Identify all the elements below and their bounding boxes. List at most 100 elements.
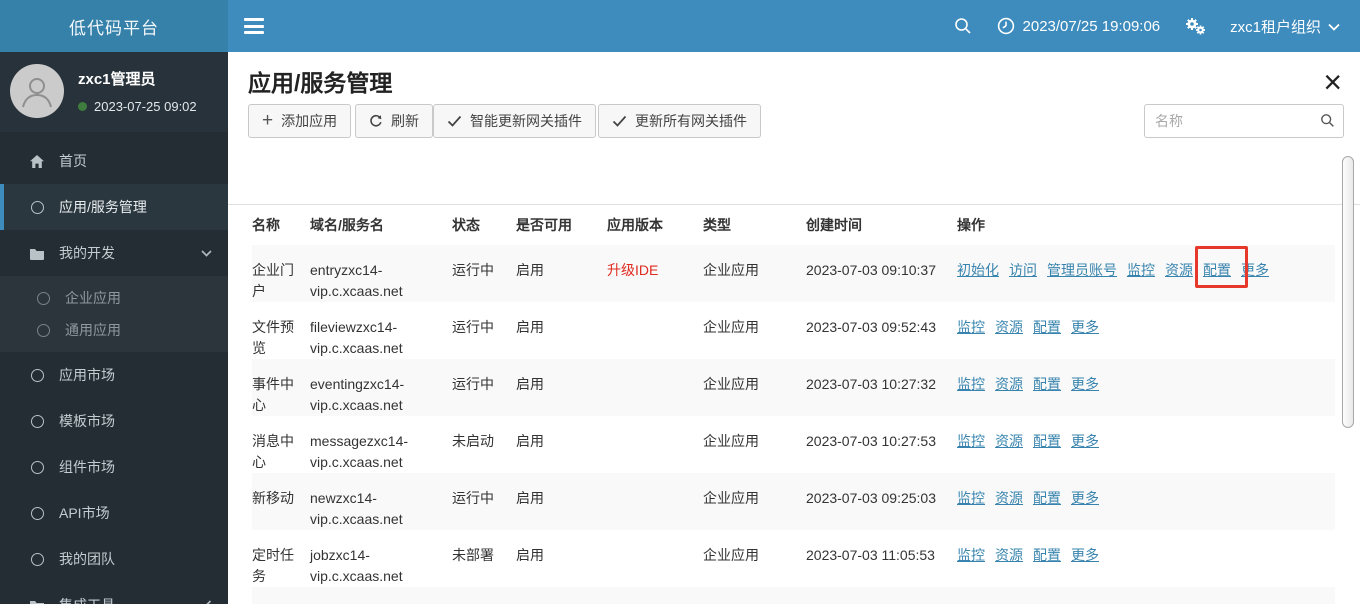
sidebar-item-app-service-mgmt[interactable]: 应用/服务管理 <box>0 184 228 230</box>
action-link-监控[interactable]: 监控 <box>957 490 985 506</box>
user-login-time: 2023-07-25 09:02 <box>78 99 197 114</box>
created-cell: 2023-07-03 09:10:37 <box>806 262 936 278</box>
circle-icon <box>28 552 46 566</box>
version-cell <box>607 359 703 416</box>
circle-icon <box>28 414 46 428</box>
action-link-监控[interactable]: 监控 <box>957 376 985 392</box>
action-link-访问[interactable]: 访问 <box>1009 262 1037 278</box>
chevron-down-icon <box>201 249 212 257</box>
action-link-监控[interactable]: 监控 <box>957 547 985 563</box>
close-button[interactable]: × <box>1317 66 1348 98</box>
action-link-更多[interactable]: 更多 <box>1071 433 1099 449</box>
sidebar-item-enterprise-app[interactable]: 企业应用 <box>0 282 228 314</box>
table-row: 事件中心 eventingzxc14-vip.c.xcaas.net 运行中 启用 企业… <box>252 359 1335 416</box>
action-link-配置[interactable]: 配置 <box>1033 376 1061 392</box>
action-link-资源[interactable]: 资源 <box>995 319 1023 335</box>
actions-cell: 监控资源配置更多 <box>957 359 1335 416</box>
action-link-资源[interactable]: 资源 <box>995 433 1023 449</box>
sidebar-item-api-market[interactable]: API市场 <box>0 490 228 536</box>
action-link-更多[interactable]: 更多 <box>1071 319 1099 335</box>
submenu: 企业应用 通用应用 <box>0 276 228 352</box>
name-search-input[interactable] <box>1144 104 1344 138</box>
settings-gears-icon[interactable] <box>1184 16 1206 36</box>
sidebar-item-my-dev[interactable]: 我的开发 <box>0 230 228 276</box>
menu-toggle-icon[interactable] <box>244 18 264 34</box>
action-link-更多[interactable]: 更多 <box>1071 547 1099 563</box>
action-link-监控[interactable]: 监控 <box>957 319 985 335</box>
status-cell: 未启动 <box>452 433 494 449</box>
name-cell: 新移动 <box>252 490 294 506</box>
search-icon[interactable] <box>953 16 973 36</box>
topbar: 低代码平台 2023/07/25 19:09:06 zxc1租户组织 <box>0 0 1360 52</box>
add-app-button[interactable]: + 添加应用 <box>248 104 352 138</box>
created-cell: 2023-07-03 10:27:53 <box>806 433 936 449</box>
version-cell <box>607 416 703 473</box>
actions-cell: 监控资源配置更多 <box>957 530 1335 587</box>
highlighted-action: 配置 <box>1195 246 1248 288</box>
available-cell: 启用 <box>516 490 544 506</box>
action-link-配置[interactable]: 配置 <box>1203 262 1231 278</box>
domain-cell: eventingzxc14-vip.c.xcaas.net <box>310 376 405 413</box>
action-link-资源[interactable]: 资源 <box>995 490 1023 506</box>
available-cell: 启用 <box>516 433 544 449</box>
table-row: 文件预览 fileviewzxc14-vip.c.xcaas.net 运行中 启用 企业… <box>252 302 1335 359</box>
type-cell: 企业应用 <box>703 490 759 506</box>
type-cell: 企业应用 <box>703 547 759 563</box>
plus-icon: + <box>262 110 274 131</box>
actions-cell: 监控资源配置更多 <box>957 416 1335 473</box>
action-link-资源[interactable]: 资源 <box>1165 262 1193 278</box>
action-link-初始化[interactable]: 初始化 <box>957 262 999 278</box>
available-cell: 启用 <box>516 587 607 604</box>
sidebar-item-template-market[interactable]: 模板市场 <box>0 398 228 444</box>
close-icon: × <box>1323 64 1342 100</box>
sidebar-item-app-market[interactable]: 应用市场 <box>0 352 228 398</box>
action-link-资源[interactable]: 资源 <box>995 376 1023 392</box>
name-cell: 文件预览 <box>252 319 294 356</box>
user-panel: zxc1管理员 2023-07-25 09:02 <box>0 52 228 132</box>
action-link-配置[interactable]: 配置 <box>1033 547 1061 563</box>
action-link-监控[interactable]: 监控 <box>957 433 985 449</box>
refresh-button[interactable]: 刷新 <box>355 104 433 138</box>
available-cell: 启用 <box>516 376 544 392</box>
sidebar-item-my-team[interactable]: 我的团队 <box>0 536 228 582</box>
name-cell: 定时管理 <box>252 587 310 604</box>
col-header-created: 创建时间 <box>806 217 862 233</box>
sidebar-item-label: 模板市场 <box>59 413 115 429</box>
action-link-配置[interactable]: 配置 <box>1033 433 1061 449</box>
col-header-name: 名称 <box>252 217 280 233</box>
check-icon <box>612 115 627 127</box>
domain-cell: jobmgrzxc14-vip.c.xcaas.net <box>310 587 452 604</box>
status-cell: 运行中 <box>452 319 494 335</box>
action-link-配置[interactable]: 配置 <box>1033 319 1061 335</box>
action-link-资源[interactable]: 资源 <box>995 547 1023 563</box>
folder-icon <box>28 247 46 260</box>
sidebar-item-general-app[interactable]: 通用应用 <box>0 314 228 346</box>
action-link-监控[interactable]: 监控 <box>1127 262 1155 278</box>
user-name: zxc1管理员 <box>78 71 156 88</box>
table-header-row: 名称 域名/服务名 状态 是否可用 应用版本 类型 创建时间 操作 <box>252 205 1335 245</box>
avatar[interactable] <box>10 64 64 118</box>
app-window: 低代码平台 2023/07/25 19:09:06 zxc1租户组织 zxc1管… <box>0 0 1360 604</box>
action-link-管理员账号[interactable]: 管理员账号 <box>1047 262 1117 278</box>
sidebar-item-component-market[interactable]: 组件市场 <box>0 444 228 490</box>
version-cell <box>607 302 703 359</box>
action-link-配置[interactable]: 配置 <box>1033 490 1061 506</box>
main-panel: 应用/服务管理 × + 添加应用 刷新 智能更新网关插件 更新所有网关插件 名称… <box>228 52 1360 604</box>
action-link-更多[interactable]: 更多 <box>1071 376 1099 392</box>
table-row: 新移动 newzxc14-vip.c.xcaas.net 运行中 启用 企业应用 2023… <box>252 473 1335 530</box>
logo-text: 低代码平台 <box>69 18 159 38</box>
smart-update-gateway-button[interactable]: 智能更新网关插件 <box>433 104 596 138</box>
tenant-switcher[interactable]: zxc1租户组织 <box>1230 16 1340 37</box>
search-icon[interactable] <box>1320 113 1335 133</box>
page-title: 应用/服务管理 <box>248 70 393 96</box>
online-status-icon <box>78 102 87 111</box>
sidebar-item-home[interactable]: 首页 <box>0 138 228 184</box>
action-link-更多[interactable]: 更多 <box>1071 490 1099 506</box>
sidebar-item-integration-tools[interactable]: 集成工具 <box>0 582 228 604</box>
update-all-gateway-button[interactable]: 更新所有网关插件 <box>598 104 761 138</box>
action-link-更多[interactable]: 更多 <box>1241 262 1269 278</box>
chevron-left-icon <box>205 599 212 604</box>
sidebar-item-label: 集成工具 <box>59 595 115 604</box>
actions-cell: 初始化 访问 管理员账号 监控 资源 配置 更多 <box>957 245 1335 302</box>
scrollbar-thumb[interactable] <box>1342 156 1354 428</box>
